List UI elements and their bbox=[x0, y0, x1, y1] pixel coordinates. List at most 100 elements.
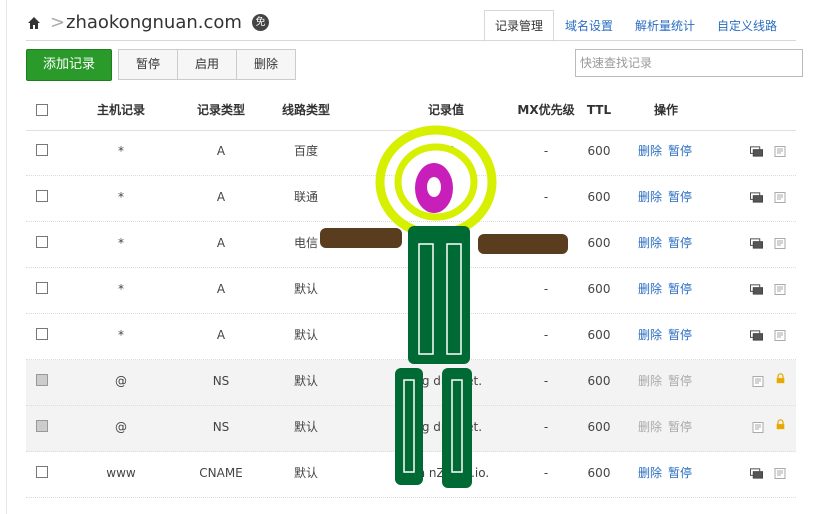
row-checkbox[interactable] bbox=[36, 328, 48, 340]
line-cell: 电信 bbox=[293, 236, 318, 250]
host-cell: @ bbox=[115, 374, 127, 388]
tab-resolution-stats[interactable]: 解析量统计 bbox=[624, 10, 706, 42]
copy-icon[interactable] bbox=[750, 468, 763, 479]
row-checkbox[interactable] bbox=[36, 374, 48, 386]
mx-cell: - bbox=[543, 282, 549, 296]
table-row: * A 联通 2 - 600 删除 暂停 bbox=[26, 176, 796, 222]
delete-link[interactable]: 删除 bbox=[638, 144, 662, 158]
ttl-cell: 600 bbox=[587, 374, 611, 388]
row-actions: 删除 暂停 bbox=[638, 222, 738, 267]
add-record-button[interactable]: 添加记录 bbox=[26, 49, 112, 81]
pause-button[interactable]: 暂停 bbox=[118, 49, 178, 80]
mx-cell: - bbox=[543, 374, 549, 388]
note-icon[interactable] bbox=[774, 192, 787, 203]
delete-link[interactable]: 删除 bbox=[638, 374, 662, 388]
delete-link[interactable]: 删除 bbox=[638, 466, 662, 480]
value-cell: Kon nZha b.io. bbox=[402, 466, 490, 480]
type-cell: A bbox=[216, 328, 226, 342]
copy-icon[interactable] bbox=[750, 146, 763, 157]
row-actions: 删除 暂停 bbox=[638, 176, 738, 221]
delete-link[interactable]: 删除 bbox=[638, 190, 662, 204]
delete-link[interactable]: 删除 bbox=[638, 420, 662, 434]
pause-link[interactable]: 暂停 bbox=[668, 282, 692, 296]
note-icon[interactable] bbox=[774, 330, 787, 341]
table-row: * A 电信 3 - 600 删除 暂停 bbox=[26, 222, 796, 268]
type-cell: A bbox=[216, 144, 226, 158]
header-divider bbox=[26, 40, 796, 41]
select-all-checkbox[interactable] bbox=[36, 104, 48, 116]
table-header: 主机记录 记录类型 线路类型 记录值 MX优先级 TTL 操作 bbox=[26, 90, 796, 131]
column-header-host: 主机记录 bbox=[96, 103, 145, 117]
line-cell: 默认 bbox=[293, 282, 318, 296]
host-cell: * bbox=[118, 236, 124, 250]
lock-icon bbox=[776, 419, 785, 430]
home-icon[interactable] bbox=[27, 16, 41, 30]
copy-icon[interactable] bbox=[750, 238, 763, 249]
value-cell: 3 bbox=[442, 236, 450, 250]
mx-cell: - bbox=[543, 236, 549, 250]
row-checkbox[interactable] bbox=[36, 282, 48, 294]
column-header-value: 记录值 bbox=[427, 103, 464, 117]
copy-icon[interactable] bbox=[750, 192, 763, 203]
row-actions: 删除 暂停 bbox=[638, 130, 738, 175]
tab-domain-settings[interactable]: 域名设置 bbox=[554, 10, 624, 42]
mx-cell: - bbox=[543, 466, 549, 480]
delete-button[interactable]: 删除 bbox=[236, 49, 296, 80]
delete-link[interactable]: 删除 bbox=[638, 282, 662, 296]
table-row: @ NS 默认 f1g dns net. - 600 删除 暂停 bbox=[26, 360, 796, 406]
column-header-ttl: TTL bbox=[586, 103, 612, 117]
ttl-cell: 600 bbox=[587, 420, 611, 434]
line-cell: 默认 bbox=[293, 466, 318, 480]
pause-link[interactable]: 暂停 bbox=[668, 374, 692, 388]
row-checkbox[interactable] bbox=[36, 144, 48, 156]
tab-record-management[interactable]: 记录管理 bbox=[484, 10, 555, 42]
value-cell: f1g dns net. bbox=[409, 420, 483, 434]
ttl-cell: 600 bbox=[587, 466, 611, 480]
pause-link[interactable]: 暂停 bbox=[668, 420, 692, 434]
row-checkbox[interactable] bbox=[36, 236, 48, 248]
row-actions: 删除 暂停 bbox=[638, 268, 738, 313]
pause-link[interactable]: 暂停 bbox=[668, 190, 692, 204]
mx-cell: - bbox=[543, 420, 549, 434]
type-cell: A bbox=[216, 190, 226, 204]
delete-link[interactable]: 删除 bbox=[638, 328, 662, 342]
ttl-cell: 600 bbox=[587, 190, 611, 204]
delete-link[interactable]: 删除 bbox=[638, 236, 662, 250]
note-icon[interactable] bbox=[774, 468, 787, 479]
mx-cell: - bbox=[543, 144, 549, 158]
pause-link[interactable]: 暂停 bbox=[668, 466, 692, 480]
pause-link[interactable]: 暂停 bbox=[668, 236, 692, 250]
note-icon[interactable] bbox=[752, 422, 765, 433]
column-header-mx: MX优先级 bbox=[517, 103, 575, 117]
enable-button[interactable]: 启用 bbox=[177, 49, 237, 80]
host-cell: * bbox=[118, 328, 124, 342]
pause-link[interactable]: 暂停 bbox=[668, 144, 692, 158]
host-cell: * bbox=[118, 190, 124, 204]
note-icon[interactable] bbox=[774, 146, 787, 157]
row-checkbox[interactable] bbox=[36, 190, 48, 202]
type-cell: NS bbox=[212, 420, 230, 434]
value-cell: f1g dns net. bbox=[409, 374, 483, 388]
host-cell: @ bbox=[115, 420, 127, 434]
table-row: * A 默认 50 - 600 删除 暂停 bbox=[26, 268, 796, 314]
ttl-cell: 600 bbox=[587, 236, 611, 250]
copy-icon[interactable] bbox=[750, 284, 763, 295]
row-checkbox[interactable] bbox=[36, 466, 48, 478]
row-actions: 删除 暂停 bbox=[638, 360, 738, 405]
line-cell: 默认 bbox=[293, 328, 318, 342]
copy-icon[interactable] bbox=[750, 330, 763, 341]
ttl-cell: 600 bbox=[587, 144, 611, 158]
row-checkbox[interactable] bbox=[36, 420, 48, 432]
line-cell: 默认 bbox=[293, 374, 318, 388]
column-header-type: 记录类型 bbox=[196, 103, 245, 117]
search-input[interactable] bbox=[575, 49, 803, 77]
note-icon[interactable] bbox=[774, 238, 787, 249]
mx-cell: - bbox=[543, 328, 549, 342]
note-icon[interactable] bbox=[774, 284, 787, 295]
tab-custom-lines[interactable]: 自定义线路 bbox=[706, 10, 788, 42]
note-icon[interactable] bbox=[752, 376, 765, 387]
ttl-cell: 600 bbox=[587, 282, 611, 296]
host-cell: * bbox=[118, 144, 124, 158]
pause-link[interactable]: 暂停 bbox=[668, 328, 692, 342]
value-cell: 103 33 bbox=[425, 328, 467, 342]
